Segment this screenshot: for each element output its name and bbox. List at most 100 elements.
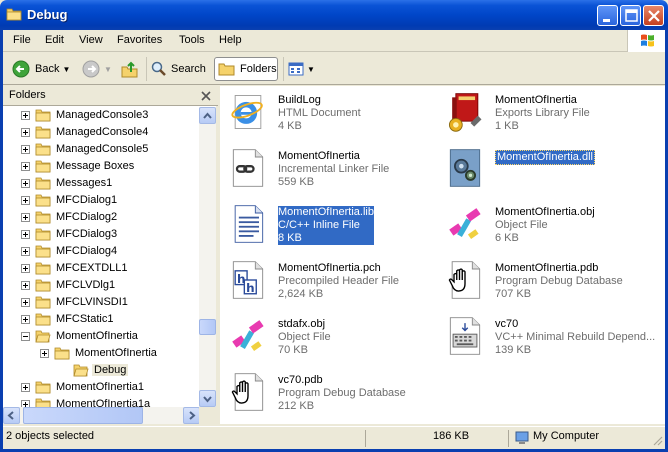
forward-arrow-icon [82, 60, 100, 78]
collapse-icon[interactable] [21, 332, 30, 341]
menu-edit[interactable]: Edit [45, 34, 64, 46]
tree-item[interactable]: MFCDialog3 [3, 226, 200, 243]
file-item[interactable]: vc70.pdb Program Debug Database 212 KB [220, 368, 435, 420]
file-type: HTML Document [278, 107, 361, 119]
file-name: MomentOfInertia [495, 94, 577, 106]
tree-item[interactable]: MFCDialog1 [3, 192, 200, 209]
file-item[interactable]: MomentOfInertia Exports Library File 1 KB [437, 88, 652, 140]
chevron-up-icon [203, 112, 212, 119]
tree-horizontal-scrollbar[interactable] [3, 407, 200, 424]
expand-icon[interactable] [21, 213, 30, 222]
file-name: stdafx.obj [278, 318, 326, 330]
expand-icon[interactable] [21, 315, 30, 324]
back-button[interactable]: Back ▼ [9, 57, 75, 81]
tree-item[interactable]: MFCStatic1 [3, 311, 200, 328]
file-item[interactable]: MomentOfInertia.pdb Program Debug Databas… [437, 256, 652, 308]
open-folder-icon [73, 364, 89, 377]
toolbar: Back ▼ ▼ Search Folders ▼ [3, 53, 665, 85]
close-pane-icon[interactable] [199, 89, 213, 103]
chevron-down-icon [203, 396, 212, 403]
file-item[interactable]: BuildLog HTML Document 4 KB [220, 88, 435, 140]
file-details: MomentOfInertia.pch Precompiled Header Fi… [278, 262, 434, 301]
tree-item-label: MFCDialog3 [56, 228, 118, 240]
forward-button[interactable]: ▼ [81, 57, 117, 81]
scroll-left-button[interactable] [3, 407, 20, 424]
tree-item[interactable]: MomentOfInertia1 [3, 379, 200, 396]
expand-icon[interactable] [21, 230, 30, 239]
folders-button[interactable]: Folders [214, 57, 278, 81]
tree-item[interactable]: MFCLVDlg1 [3, 277, 200, 294]
file-item[interactable]: stdafx.obj Object File 70 KB [220, 312, 435, 364]
tree-vertical-scrollbar[interactable] [199, 107, 216, 407]
file-item[interactable]: MomentOfInertia.obj Object File 6 KB [437, 200, 652, 252]
expand-icon[interactable] [40, 349, 49, 358]
expand-icon[interactable] [21, 264, 30, 273]
menu-view[interactable]: View [79, 34, 103, 46]
file-item[interactable]: MomentOfInertia.dll [437, 144, 652, 196]
file-item[interactable]: h h MomentOfInertia.pch Precompiled Header … [220, 256, 435, 308]
dropdown-arrow-icon[interactable]: ▼ [104, 65, 112, 74]
dropdown-arrow-icon[interactable]: ▼ [307, 65, 315, 74]
expand-icon[interactable] [21, 162, 30, 171]
maximize-button[interactable] [620, 5, 641, 26]
scroll-thumb[interactable] [199, 319, 216, 335]
scroll-up-button[interactable] [199, 107, 216, 124]
tree-item[interactable]: MomentOfInertia [3, 345, 200, 362]
tree-item[interactable]: MFCDialog4 [3, 243, 200, 260]
up-folder-button[interactable] [120, 57, 142, 81]
scroll-right-button[interactable] [183, 407, 200, 424]
tree-item[interactable]: MomentOfInertia [3, 328, 200, 345]
expand-icon[interactable] [21, 145, 30, 154]
tree-item[interactable]: MFCEXTDLL1 [3, 260, 200, 277]
expand-icon[interactable] [21, 383, 30, 392]
chevron-left-icon [7, 411, 14, 420]
tree-item[interactable]: MFCDialog2 [3, 209, 200, 226]
tree-item[interactable]: MFCLVINSDI1 [3, 294, 200, 311]
tree-item[interactable]: Messages1 [3, 175, 200, 192]
folders-pane-header: Folders [3, 86, 218, 106]
file-type: C/C++ Inline File [278, 219, 360, 231]
tree-item[interactable]: MomentOfInertia1a [3, 396, 200, 407]
folder-icon [35, 211, 51, 224]
expand-icon[interactable] [21, 298, 30, 307]
expand-icon[interactable] [21, 111, 30, 120]
folders-label: Folders [240, 63, 277, 75]
tree-item-label: MomentOfInertia [75, 347, 157, 359]
expand-icon[interactable] [21, 128, 30, 137]
status-bar: 2 objects selected 186 KB My Computer [3, 426, 665, 448]
file-item[interactable]: vc70 VC++ Minimal Rebuild Depend... 139 KB [437, 312, 655, 364]
dropdown-arrow-icon[interactable]: ▼ [62, 65, 70, 74]
menu-help[interactable]: Help [219, 34, 242, 46]
resize-grip-icon[interactable] [651, 434, 663, 446]
tree-item[interactable]: Message Boxes [3, 158, 200, 175]
toolbar-separator [146, 57, 147, 81]
file-type: Exports Library File [495, 107, 590, 119]
search-button[interactable]: Search [150, 57, 210, 81]
file-type: Program Debug Database [495, 275, 623, 287]
file-details: MomentOfInertia.lib C/C++ Inline File 8 KB [278, 206, 374, 245]
file-details: MomentOfInertia.dll [495, 150, 651, 165]
menu-file[interactable]: File [13, 34, 31, 46]
close-button[interactable] [643, 5, 664, 26]
folders-pane-title: Folders [9, 89, 46, 101]
expand-icon[interactable] [21, 281, 30, 290]
expand-icon[interactable] [21, 247, 30, 256]
tree-item[interactable]: Debug [3, 362, 200, 379]
minimize-button[interactable] [597, 5, 618, 26]
scroll-thumb[interactable] [23, 407, 143, 424]
menu-tools[interactable]: Tools [179, 34, 205, 46]
title-bar[interactable]: Debug [0, 0, 668, 30]
file-item[interactable]: MomentOfInertia.lib C/C++ Inline File 8 KB [220, 200, 435, 252]
tree-item[interactable]: ManagedConsole3 [3, 107, 200, 124]
tree-item[interactable]: ManagedConsole4 [3, 124, 200, 141]
views-button[interactable]: ▼ [288, 57, 316, 81]
menu-favorites[interactable]: Favorites [117, 34, 162, 46]
status-selection: 2 objects selected [6, 430, 95, 442]
file-type: Object File [495, 219, 548, 231]
expand-icon[interactable] [21, 400, 30, 407]
expand-icon[interactable] [21, 196, 30, 205]
scroll-down-button[interactable] [199, 390, 216, 407]
expand-icon[interactable] [21, 179, 30, 188]
tree-item[interactable]: ManagedConsole5 [3, 141, 200, 158]
file-item[interactable]: MomentOfInertia Incremental Linker File 55… [220, 144, 435, 196]
